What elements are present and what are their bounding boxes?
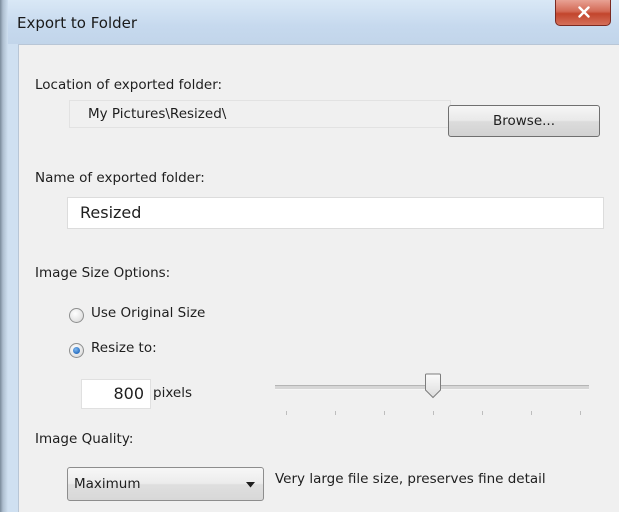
slider-tick — [531, 411, 532, 415]
slider-tick — [433, 411, 434, 415]
close-button[interactable] — [555, 0, 611, 26]
location-label: Location of exported folder: — [35, 77, 223, 93]
slider-tick — [286, 411, 287, 415]
window-frame-edge — [0, 0, 8, 512]
image-quality-select[interactable]: Maximum — [67, 467, 264, 501]
close-icon — [578, 6, 590, 18]
image-quality-description: Very large file size, preserves fine det… — [275, 471, 546, 487]
use-original-size-label[interactable]: Use Original Size — [91, 305, 205, 321]
use-original-size-radio[interactable] — [69, 308, 84, 323]
slider-tick — [335, 411, 336, 415]
slider-tick — [482, 411, 483, 415]
resize-to-radio[interactable] — [69, 343, 84, 358]
slider-tick — [384, 411, 385, 415]
image-quality-value: Maximum — [74, 476, 141, 492]
window-title: Export to Folder — [17, 14, 138, 32]
resize-to-label[interactable]: Resize to: — [91, 340, 157, 356]
dialog-content: Location of exported folder: My Pictures… — [18, 44, 619, 512]
folder-name-label: Name of exported folder: — [35, 170, 205, 186]
title-bar[interactable]: Export to Folder — [0, 0, 619, 44]
location-path-field: My Pictures\Resized\ — [69, 100, 451, 128]
image-size-options-label: Image Size Options: — [35, 265, 171, 281]
resize-pixels-input[interactable]: 800 — [81, 379, 151, 409]
size-slider-thumb[interactable] — [424, 373, 442, 399]
browse-button[interactable]: Browse... — [448, 105, 600, 137]
export-dialog: Export to Folder Location of exported fo… — [0, 0, 619, 512]
image-quality-label: Image Quality: — [35, 431, 134, 447]
pixels-unit-label: pixels — [153, 385, 192, 401]
folder-name-input[interactable]: Resized — [67, 197, 604, 229]
slider-tick — [580, 411, 581, 415]
chevron-down-icon — [246, 482, 255, 488]
